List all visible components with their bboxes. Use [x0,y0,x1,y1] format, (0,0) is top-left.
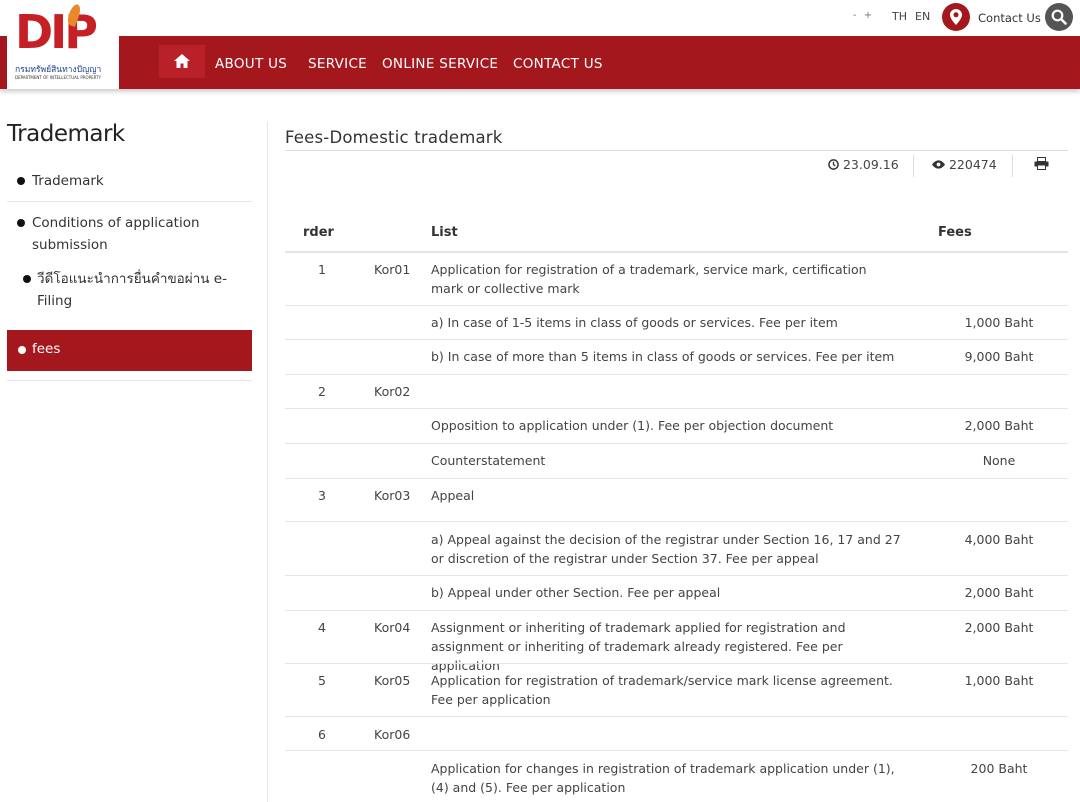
cell-list: Assignment or inheriting of trademark ap… [431,620,846,673]
page-title: Fees-Domestic trademark [285,128,503,147]
cell-fee: 2,000 Baht [964,620,1034,635]
cell-list: Application for changes in registration … [431,761,895,795]
cell-list: Counterstatement [431,453,546,468]
lang-en-link[interactable]: EN [915,10,930,23]
bullet-icon [18,346,26,354]
contact-us-link[interactable]: Contact Us [978,11,1041,25]
meta-divider [913,155,914,177]
nav-service[interactable]: SERVICE [308,56,367,72]
cell-fee: 1,000 Baht [964,673,1034,688]
cell-fee: 2,000 Baht [964,418,1034,433]
cell-code: Kor04 [374,620,411,635]
row-divider [285,750,1068,751]
search-icon[interactable] [1045,3,1073,31]
cell-code: Kor01 [374,262,411,277]
meta-divider [1012,155,1013,177]
sidebar-divider [7,380,252,381]
row-divider [285,663,1068,664]
cell-list: a) In case of 1-5 items in class of good… [431,315,838,330]
cell-code: Kor06 [374,727,411,742]
lang-th-link[interactable]: TH [892,10,907,23]
cell-list: Opposition to application under (1). Fee… [431,418,834,433]
top-utility-bar: - + TH EN Contact Us [0,0,1080,36]
nav-online-service[interactable]: ONLINE SERVICE [382,56,498,72]
logo-thai-name: กรมทรัพย์สินทางปัญญา [15,65,102,75]
row-divider [285,408,1068,409]
cell-list: b) In case of more than 5 items in class… [431,349,895,364]
home-button[interactable] [159,45,205,78]
cell-code: Kor02 [374,384,411,399]
dip-logo[interactable]: DIP กรมทรัพย์สินทางปัญญา DEPARTMENT OF I… [7,0,119,89]
row-divider [285,610,1068,611]
cell-order: 6 [318,727,326,742]
row-divider [285,575,1068,576]
cell-fee: 9,000 Baht [964,349,1034,364]
sidebar-item-label: Conditions of application submission [32,215,200,253]
nav-contact-us[interactable]: CONTACT US [513,56,603,72]
cell-list: Appeal [431,488,475,503]
sidebar-title: Trademark [7,121,125,147]
sidebar-item-label: วีดีโอแนะนำการยื่นคำขอผ่าน e-Filing [37,271,227,309]
col-header-list[interactable]: List [431,225,458,240]
clock-icon [828,159,839,170]
sidebar-divider [7,201,252,202]
views-value: 220474 [948,157,997,172]
date-stamp: 23.09.16 [828,157,899,172]
bullet-icon [17,177,25,185]
col-header-fees[interactable]: Fees [938,225,972,240]
cell-order: 1 [318,262,326,277]
cell-order: 5 [318,673,326,688]
row-divider [285,478,1068,479]
view-count: 220474 [932,157,997,172]
cell-list: Application for registration of trademar… [431,673,893,707]
sidebar-item-label: fees [32,341,61,357]
logo-text: DIP [15,5,98,59]
row-divider [285,521,1068,522]
cell-code: Kor03 [374,488,411,503]
cell-fee: 2,000 Baht [964,585,1034,600]
title-divider [285,150,1068,151]
cell-list: a) Appeal against the decision of the re… [431,532,901,566]
map-pin-icon[interactable] [942,3,970,31]
cell-code: Kor05 [374,673,411,688]
row-divider [285,443,1068,444]
cell-order: 4 [318,620,326,635]
col-header-order[interactable]: rder [303,225,334,240]
bullet-icon [23,275,31,283]
cell-fee: 200 Baht [970,761,1028,776]
home-icon [174,54,190,68]
font-size-controls[interactable]: - + [853,10,874,21]
sidebar-item-label: Trademark [32,173,104,189]
column-divider [267,122,268,802]
cell-fee: 4,000 Baht [964,532,1034,547]
cell-list: Application for registration of a tradem… [431,262,867,296]
nav-about-us[interactable]: ABOUT US [215,56,287,72]
row-divider [285,339,1068,340]
logo-english-name: DEPARTMENT OF INTELLECTUAL PROPERTY [15,75,102,80]
date-value: 23.09.16 [842,157,899,172]
cell-list: b) Appeal under other Section. Fee per a… [431,585,721,600]
cell-order: 2 [318,384,326,399]
header-divider [285,251,1068,253]
row-divider [285,305,1068,306]
row-divider [285,374,1068,375]
bullet-icon [17,219,25,227]
sidebar-item-fees[interactable]: fees [7,330,252,371]
cell-order: 3 [318,488,326,503]
cell-fee: 1,000 Baht [964,315,1034,330]
print-icon[interactable] [1034,157,1049,173]
row-divider [285,716,1068,717]
eye-icon [932,160,945,169]
cell-fee: None [982,453,1016,468]
